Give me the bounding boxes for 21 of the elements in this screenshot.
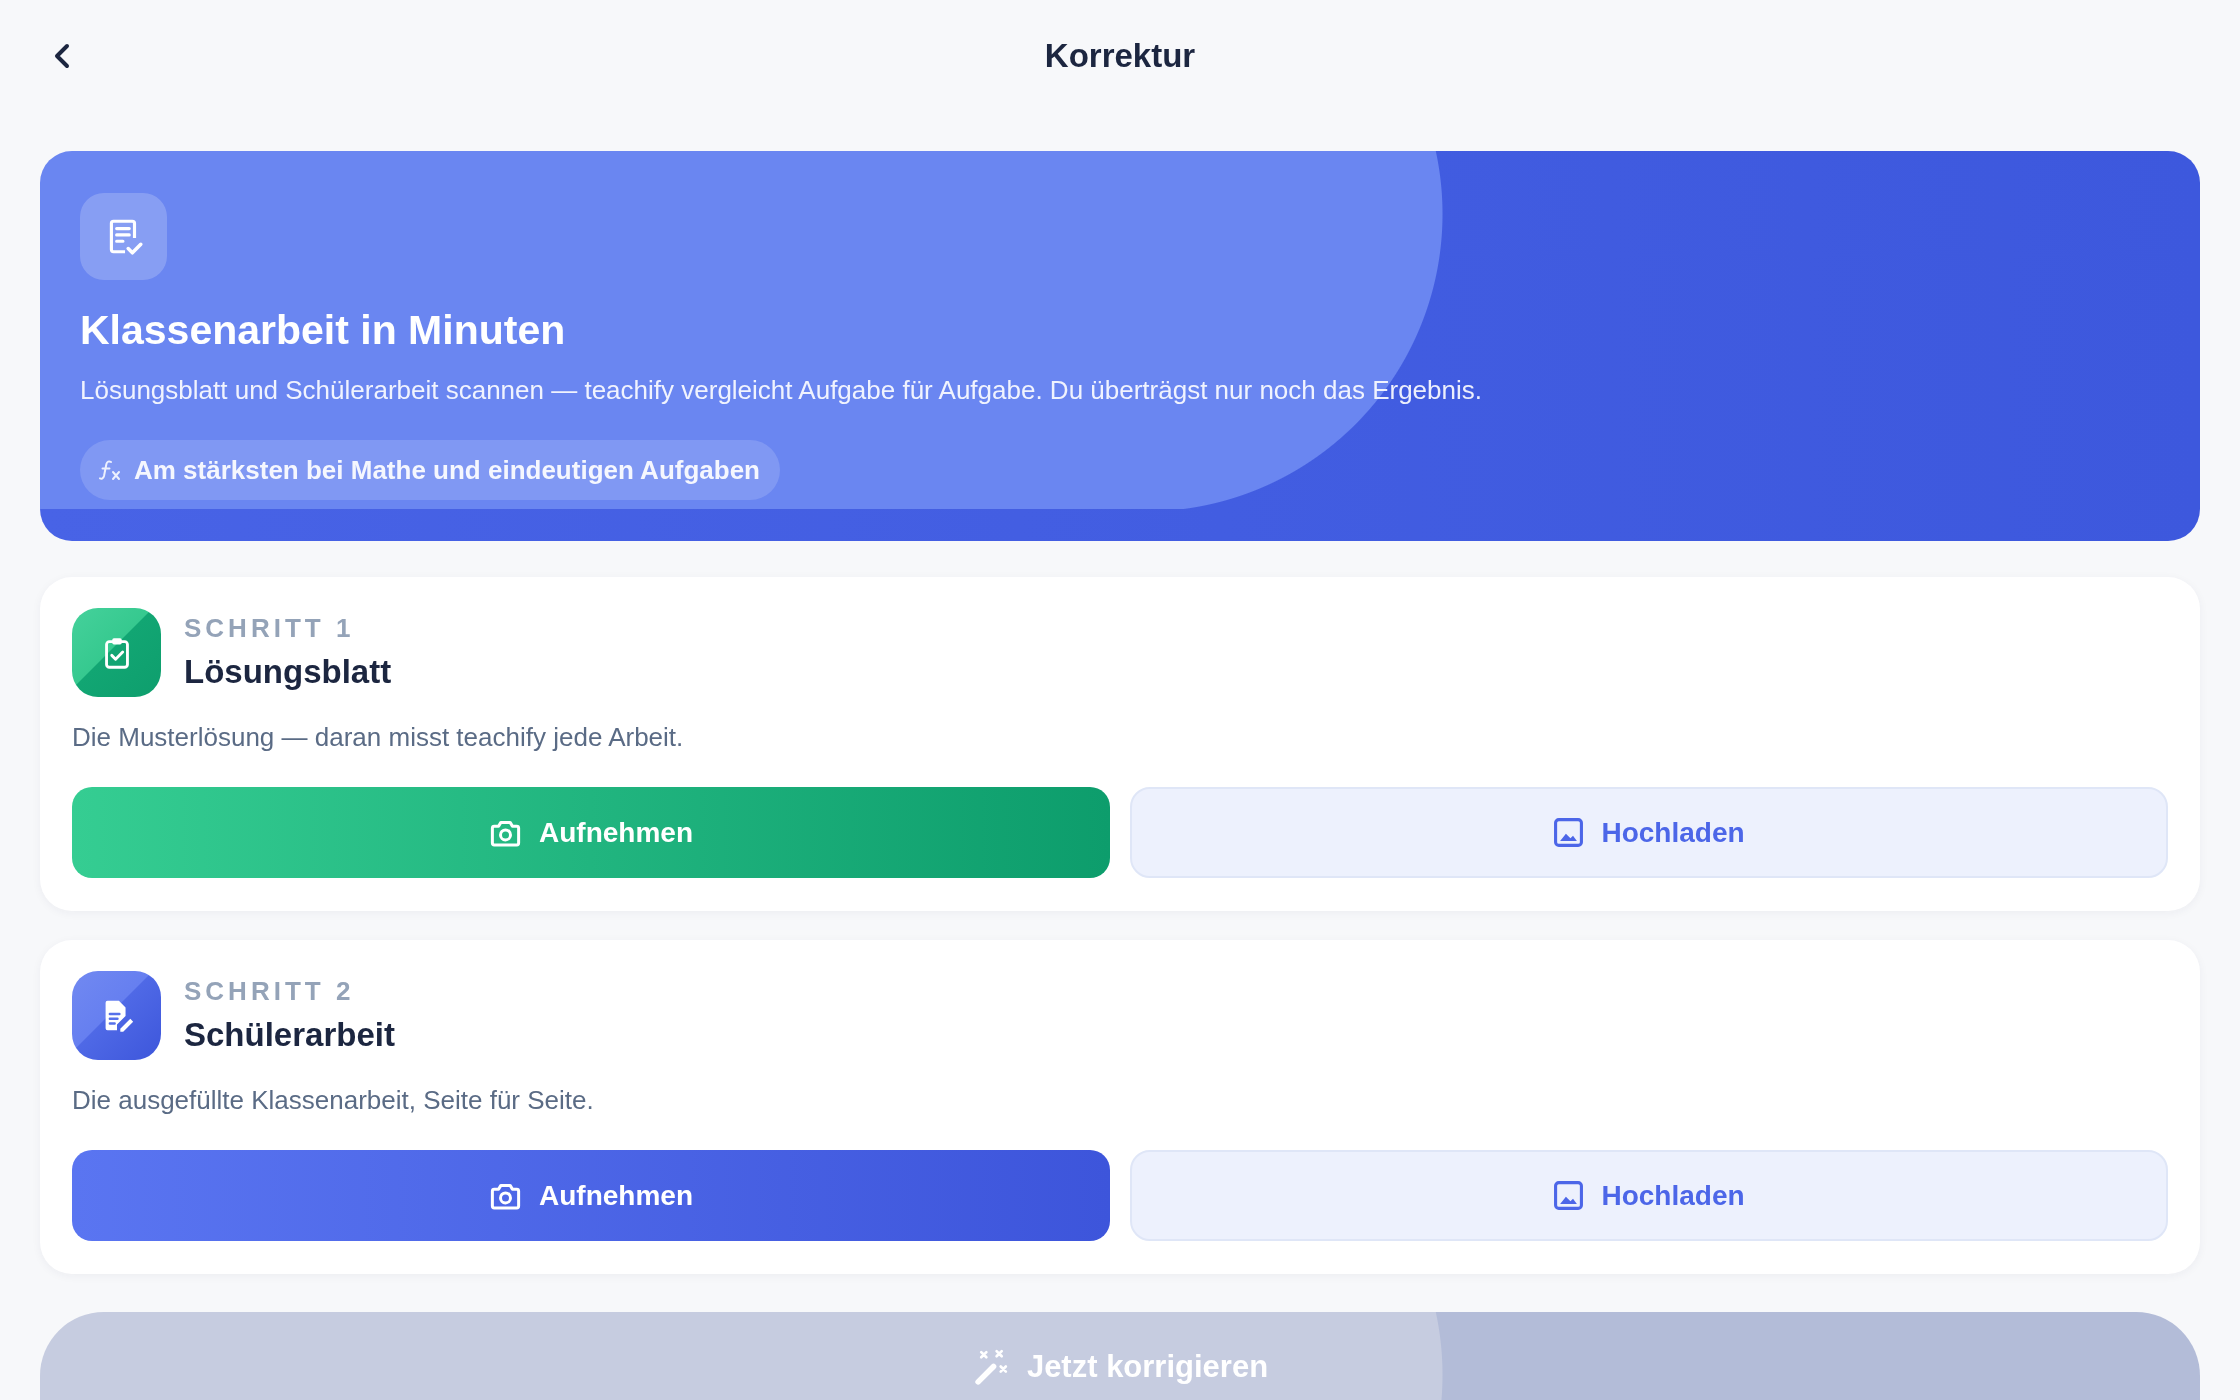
step-label: SCHRITT 1 bbox=[184, 613, 356, 643]
step-description: Die Musterlösung — daran misst teachify jede Arbeit. bbox=[72, 721, 685, 753]
document-edit-icon bbox=[72, 971, 161, 1060]
hero-title: Klassenarbeit in Minuten bbox=[80, 306, 566, 354]
step-title: Schülerarbeit bbox=[184, 1015, 395, 1055]
image-icon bbox=[1553, 1180, 1585, 1211]
clipboard-check-icon bbox=[72, 608, 161, 697]
step-title: Lösungsblatt bbox=[184, 652, 392, 692]
capture-button[interactable]: Aufnehmen bbox=[72, 787, 1110, 878]
upload-button[interactable]: Hochladen bbox=[1130, 787, 2168, 878]
document-check-icon bbox=[80, 193, 167, 280]
info-text: Am stärksten bei Mathe und eindeutigen Aufgaben bbox=[134, 454, 760, 486]
chevron-left-icon bbox=[53, 43, 71, 69]
image-icon bbox=[1553, 817, 1585, 848]
page-title: Korrektur bbox=[1044, 37, 1196, 75]
hero-description: Lösungsblatt und Schülerarbeit scannen — teachify vergleicht Aufgabe für Aufgabe. Du überträgst nur noch das Ergebnis. bbox=[80, 375, 1482, 405]
step-label: SCHRITT 2 bbox=[184, 976, 356, 1006]
capture-button[interactable]: Aufnehmen bbox=[72, 1150, 1110, 1241]
step-description: Die ausgefüllte Klassenarbeit, Seite für Seite. bbox=[72, 1084, 595, 1116]
upload-button[interactable]: Hochladen bbox=[1130, 1150, 2168, 1241]
function-icon bbox=[98, 459, 122, 481]
